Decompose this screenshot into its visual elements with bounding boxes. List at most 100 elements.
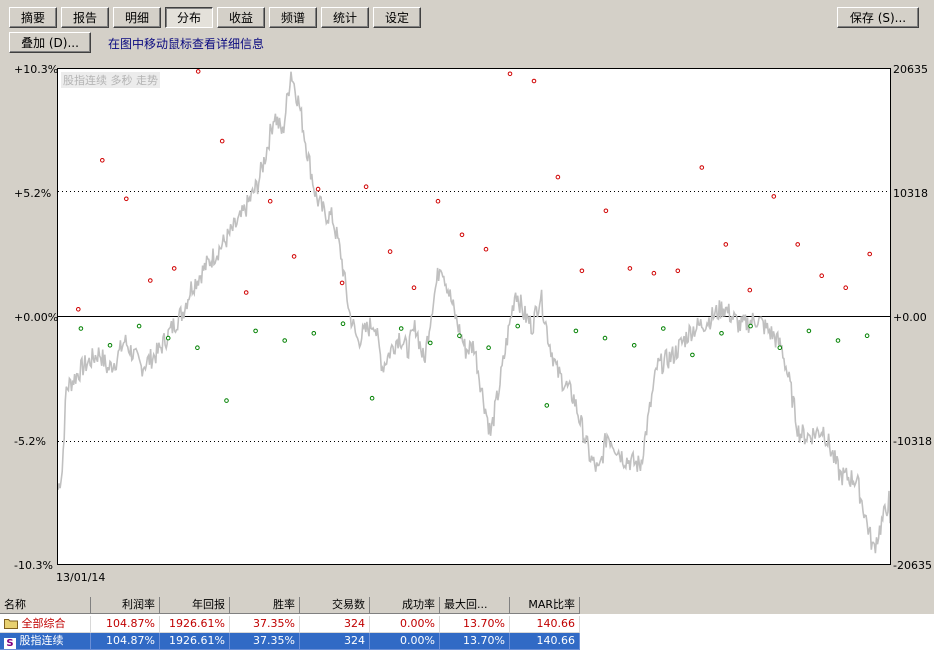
success-cell: 0.00% (370, 616, 440, 633)
profit-trade-marker (651, 270, 657, 276)
right-tick-label: -20635 (893, 559, 932, 572)
right-tick-label: +0.00 (893, 311, 927, 324)
loss-trade-marker (631, 343, 637, 348)
chart-area[interactable]: 股指连续 多秒 走势 (57, 68, 891, 565)
right-tick-label: 10318 (893, 187, 928, 200)
loss-trade-marker (78, 326, 84, 331)
loss-trade-marker (602, 335, 608, 341)
col-header-mar[interactable]: MAR比率 (510, 597, 580, 614)
trades-cell: 324 (300, 616, 370, 633)
profit-trade-marker (531, 78, 537, 84)
col-header-win[interactable]: 胜率 (230, 597, 300, 614)
profit-trade-marker (579, 268, 585, 274)
maxdd-cell: 13.70% (440, 633, 510, 650)
loss-trade-marker (777, 345, 783, 351)
save-button[interactable]: 保存 (S)... (837, 7, 919, 28)
tab-returns[interactable]: 收益 (217, 7, 265, 28)
success-cell: 0.00% (370, 633, 440, 650)
loss-trade-marker (835, 338, 841, 343)
tab-settings[interactable]: 设定 (373, 7, 421, 28)
loss-trade-marker (573, 328, 579, 334)
loss-trade-marker (369, 395, 375, 401)
tab-report[interactable]: 报告 (61, 7, 109, 28)
profit-trade-marker (771, 194, 777, 199)
mar-cell: 140.66 (510, 633, 580, 650)
table-row[interactable]: S 股指连续 104.87% 1926.61% 37.35% 324 0.00%… (0, 633, 580, 650)
loss-trade-marker (864, 333, 870, 339)
profit-cell: 104.87% (91, 616, 160, 633)
profit-trade-marker (819, 273, 825, 278)
s-icon: S (4, 638, 16, 649)
loss-trade-marker (311, 331, 317, 336)
profit-trade-marker (435, 198, 441, 204)
overlay-button[interactable]: 叠加 (D)... (9, 32, 91, 53)
table-row[interactable]: 全部综合 104.87% 1926.61% 37.35% 324 0.00% 1… (0, 616, 580, 633)
tab-detail[interactable]: 明细 (113, 7, 161, 28)
col-header-annual[interactable]: 年回报 (160, 597, 230, 614)
profit-trade-marker (339, 280, 345, 286)
profit-trade-marker (699, 165, 705, 170)
loss-trade-marker (165, 335, 171, 341)
profit-trade-marker (603, 208, 609, 214)
loss-trade-marker (515, 323, 521, 329)
win-cell: 37.35% (230, 633, 300, 650)
profit-cell: 104.87% (91, 633, 160, 650)
profit-trade-marker (291, 254, 297, 259)
col-header-trades[interactable]: 交易数 (300, 597, 370, 614)
annual-cell: 1926.61% (160, 633, 230, 650)
maxdd-cell: 13.70% (440, 616, 510, 633)
x-start-date-label: 13/01/14 (56, 571, 106, 584)
profit-trade-marker (843, 285, 849, 290)
loss-trade-marker (690, 352, 695, 358)
mar-cell: 140.66 (510, 616, 580, 633)
profit-trade-marker (483, 246, 489, 252)
loss-trade-marker (282, 338, 287, 343)
table-header: 名称 利润率 年回报 胜率 交易数 成功率 最大回... MAR比率 (0, 597, 934, 614)
profit-trade-marker (555, 174, 561, 180)
win-cell: 37.35% (230, 616, 300, 633)
loss-trade-marker (253, 328, 258, 334)
profit-trade-marker (76, 307, 81, 312)
loss-trade-marker (457, 333, 462, 339)
profit-trade-marker (675, 268, 681, 274)
tab-statistics[interactable]: 统计 (321, 7, 369, 28)
col-header-profit[interactable]: 利润率 (91, 597, 160, 614)
profit-trade-marker (124, 196, 129, 202)
loss-trade-marker (486, 345, 491, 351)
row-name-cell: 全部综合 (0, 616, 91, 633)
results-table: 名称 利润率 年回报 胜率 交易数 成功率 最大回... MAR比率 全部综合 … (0, 597, 934, 659)
loss-trade-marker (224, 398, 229, 403)
hint-text: 在图中移动鼠标查看详细信息 (108, 37, 265, 51)
right-tick-label: 20635 (893, 63, 928, 76)
tab-distribution[interactable]: 分布 (165, 7, 213, 28)
left-tick-label: -10.3% (14, 559, 53, 572)
folder-icon (4, 619, 18, 629)
tab-spectrum[interactable]: 频谱 (269, 7, 317, 28)
profit-trade-marker (148, 278, 153, 283)
col-header-maxdd[interactable]: 最大回... (440, 597, 510, 614)
col-header-name[interactable]: 名称 (0, 597, 91, 614)
profit-trade-marker (267, 198, 273, 204)
loss-trade-marker (544, 403, 550, 408)
loss-trade-marker (398, 326, 404, 331)
loss-trade-marker (340, 321, 346, 326)
profit-trade-marker (195, 69, 201, 74)
tab-summary[interactable]: 摘要 (9, 7, 57, 28)
left-tick-label: +5.2% (14, 187, 52, 200)
profit-trade-marker (723, 242, 729, 247)
loss-trade-marker (661, 326, 666, 331)
profit-trade-marker (219, 138, 225, 144)
loss-trade-marker (748, 323, 753, 329)
row-name: 全部综合 (21, 617, 66, 630)
row-name: 股指连续 (19, 634, 64, 647)
loss-trade-marker (806, 328, 812, 334)
profit-trade-marker (867, 251, 873, 257)
profit-trade-marker (795, 242, 801, 247)
chart-plot (58, 69, 890, 554)
left-tick-label: -5.2% (14, 435, 46, 448)
profit-trade-marker (507, 71, 513, 77)
profit-trade-marker (747, 287, 753, 293)
profit-trade-marker (363, 184, 369, 189)
col-header-success[interactable]: 成功率 (370, 597, 440, 614)
profit-trade-marker (387, 249, 393, 254)
